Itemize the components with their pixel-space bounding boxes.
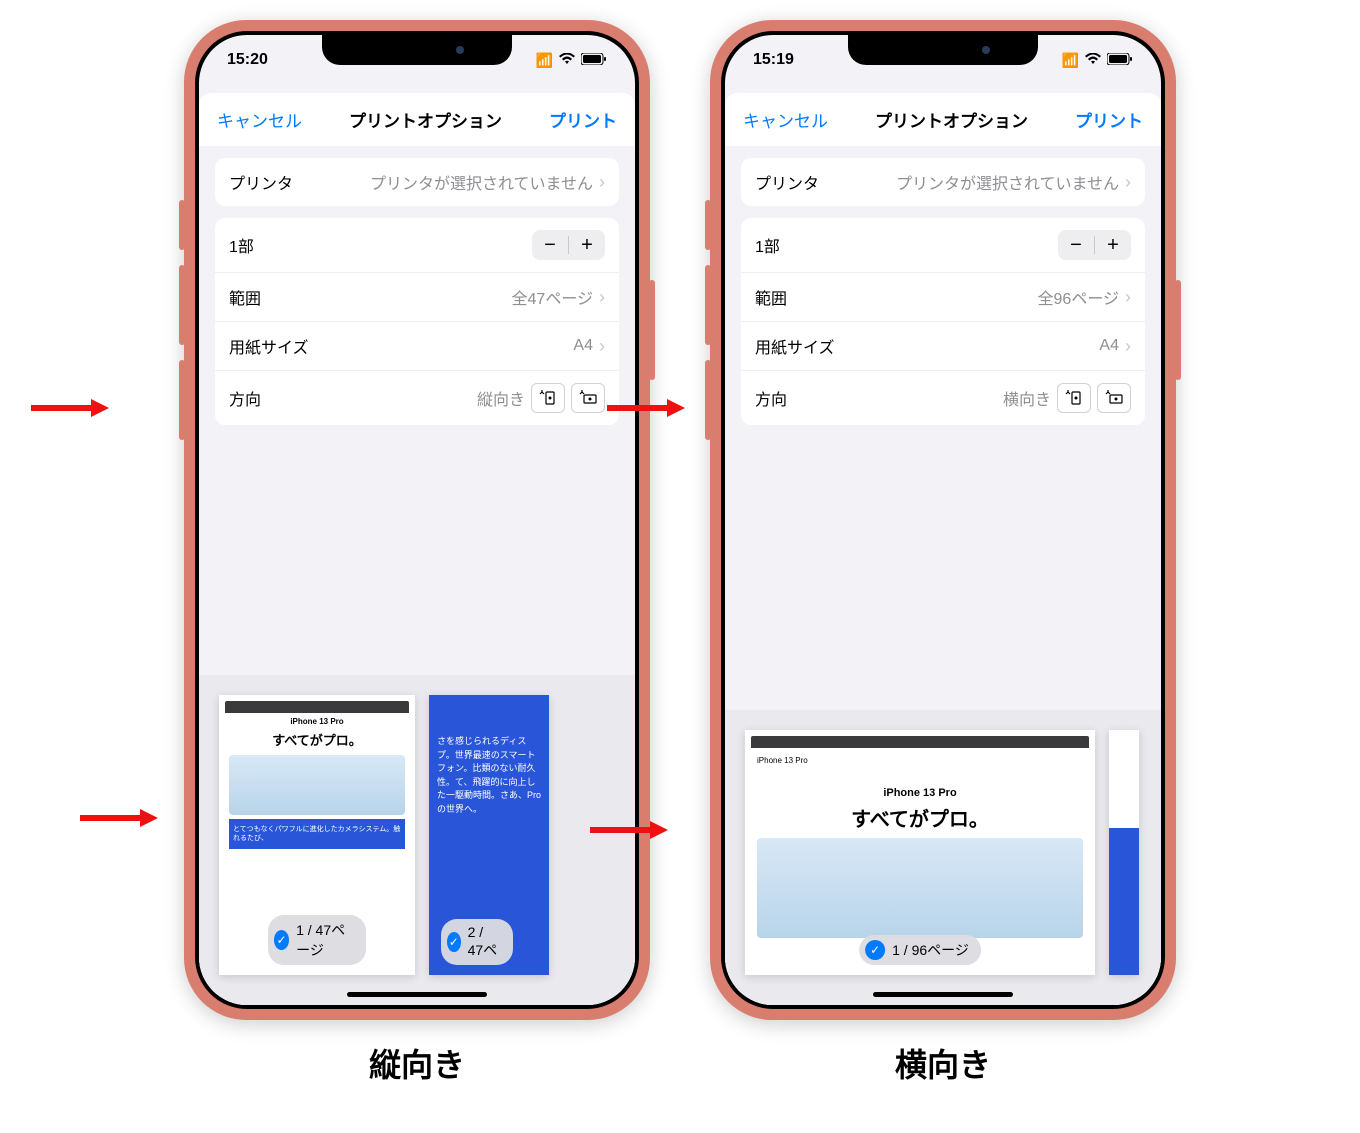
sheet-title: プリントオプション [875,107,1028,132]
range-row[interactable]: 範囲 全47ページ › [215,273,619,322]
stepper-minus[interactable]: − [532,230,568,260]
signal-icon: 📶 [1062,52,1079,69]
annotation-arrow-icon [29,393,109,423]
page-thumbnail-1[interactable]: iPhone 13 Pro すべてがプロ。 とてつもなくパワフルに進化したカメラ… [219,695,415,975]
print-preview-area: iPhone 13 Pro iPhone 13 Pro すべてがプロ。 ✓ 1 … [725,710,1161,1005]
sheet-title: プリントオプション [349,107,502,132]
annotation-arrow-icon [605,393,685,423]
range-label: 範囲 [229,285,261,309]
battery-icon [581,52,607,68]
thumb-tagline: すべてがプロ。 [751,803,1089,832]
printer-row[interactable]: プリンタ プリンタが選択されていません › [215,158,619,206]
annotation-arrow-icon [588,815,668,845]
sheet-header: キャンセル プリントオプション プリント [199,93,635,146]
chevron-icon: › [599,172,605,193]
cancel-button[interactable]: キャンセル [743,107,828,132]
home-indicator[interactable] [347,992,487,997]
paper-size-row[interactable]: 用紙サイズ A4 › [215,322,619,371]
status-time: 15:20 [227,51,268,69]
thumb-tagline: すべてがプロ。 [225,730,409,749]
phone-mockup-landscape: 15:19 📶 キャンセル プリントオプション プリント [710,20,1176,1020]
caption-portrait: 縦向き [369,1040,465,1086]
paper-value: A4 [573,337,593,355]
print-button[interactable]: プリント [1075,107,1143,132]
range-label: 範囲 [755,285,787,309]
chevron-icon: › [599,287,605,308]
orientation-label: 方向 [229,386,261,410]
thumb-product: iPhone 13 Pro [225,717,409,726]
printer-row[interactable]: プリンタ プリンタが選択されていません › [741,158,1145,206]
copies-row: 1部 − + [215,218,619,273]
checkmark-icon: ✓ [274,930,289,950]
orientation-value: 縦向き [477,386,525,410]
orientation-label: 方向 [755,386,787,410]
cancel-button[interactable]: キャンセル [217,107,302,132]
page-badge-text: 1 / 47ページ [296,920,354,960]
portrait-orientation-button[interactable] [531,383,565,413]
thumb-blue-text: とてつもなくパワフルに進化したカメラシステム。触れるたび、 [229,819,405,849]
page-badge-text: 2 / 47ペ [468,924,501,960]
copies-value: 1部 [755,233,780,257]
page-badge: ✓ 1 / 96ページ [859,935,981,965]
printer-value: プリンタが選択されていません [370,170,593,194]
status-time: 15:19 [753,51,794,69]
print-button[interactable]: プリント [549,107,617,132]
wifi-icon [559,52,575,68]
paper-label: 用紙サイズ [755,334,835,358]
chevron-icon: › [1125,287,1131,308]
printer-label: プリンタ [755,170,819,194]
page-thumbnail-1[interactable]: iPhone 13 Pro iPhone 13 Pro すべてがプロ。 ✓ 1 … [745,730,1095,975]
orientation-row: 方向 横向き [741,371,1145,425]
range-row[interactable]: 範囲 全96ページ › [741,273,1145,322]
stepper-minus[interactable]: − [1058,230,1094,260]
copies-stepper[interactable]: − + [532,230,605,260]
paper-size-row[interactable]: 用紙サイズ A4 › [741,322,1145,371]
orientation-value: 横向き [1003,386,1051,410]
chevron-icon: › [1125,336,1131,357]
printer-label: プリンタ [229,170,293,194]
checkmark-icon: ✓ [447,932,461,952]
range-value: 全96ページ [1038,285,1119,309]
copies-value: 1部 [229,233,254,257]
page-badge: ✓ 1 / 47ページ [268,915,366,965]
thumb-product: iPhone 13 Pro [751,787,1089,799]
landscape-orientation-button[interactable] [1097,383,1131,413]
battery-icon [1107,52,1133,68]
wifi-icon [1085,52,1101,68]
page-thumbnail-2[interactable]: さを感じられるディスプ。世界最速のスマートフォン。比類のない耐久性。て、飛躍的に… [429,695,549,975]
copies-stepper[interactable]: − + [1058,230,1131,260]
status-icons: 📶 [536,52,607,69]
printer-value: プリンタが選択されていません [896,170,1119,194]
page-badge: ✓ 2 / 47ペ [441,919,513,965]
phone-mockup-portrait: 15:20 📶 キャンセル プリントオプション プリント [184,20,650,1020]
annotation-arrow-icon [78,803,158,833]
page-badge-text: 1 / 96ページ [892,940,969,960]
status-icons: 📶 [1062,52,1133,69]
chevron-icon: › [599,336,605,357]
stepper-plus[interactable]: + [569,230,605,260]
caption-landscape: 横向き [895,1040,991,1086]
range-value: 全47ページ [512,285,593,309]
page-thumbnail-2[interactable] [1109,730,1139,975]
checkmark-icon: ✓ [865,940,885,960]
paper-label: 用紙サイズ [229,334,309,358]
copies-row: 1部 − + [741,218,1145,273]
chevron-icon: › [1125,172,1131,193]
orientation-row: 方向 縦向き [215,371,619,425]
print-preview-area: iPhone 13 Pro すべてがプロ。 とてつもなくパワフルに進化したカメラ… [199,675,635,1005]
home-indicator[interactable] [873,992,1013,997]
portrait-orientation-button[interactable] [1057,383,1091,413]
landscape-orientation-button[interactable] [571,383,605,413]
signal-icon: 📶 [536,52,553,69]
sheet-header: キャンセル プリントオプション プリント [725,93,1161,146]
stepper-plus[interactable]: + [1095,230,1131,260]
paper-value: A4 [1099,337,1119,355]
